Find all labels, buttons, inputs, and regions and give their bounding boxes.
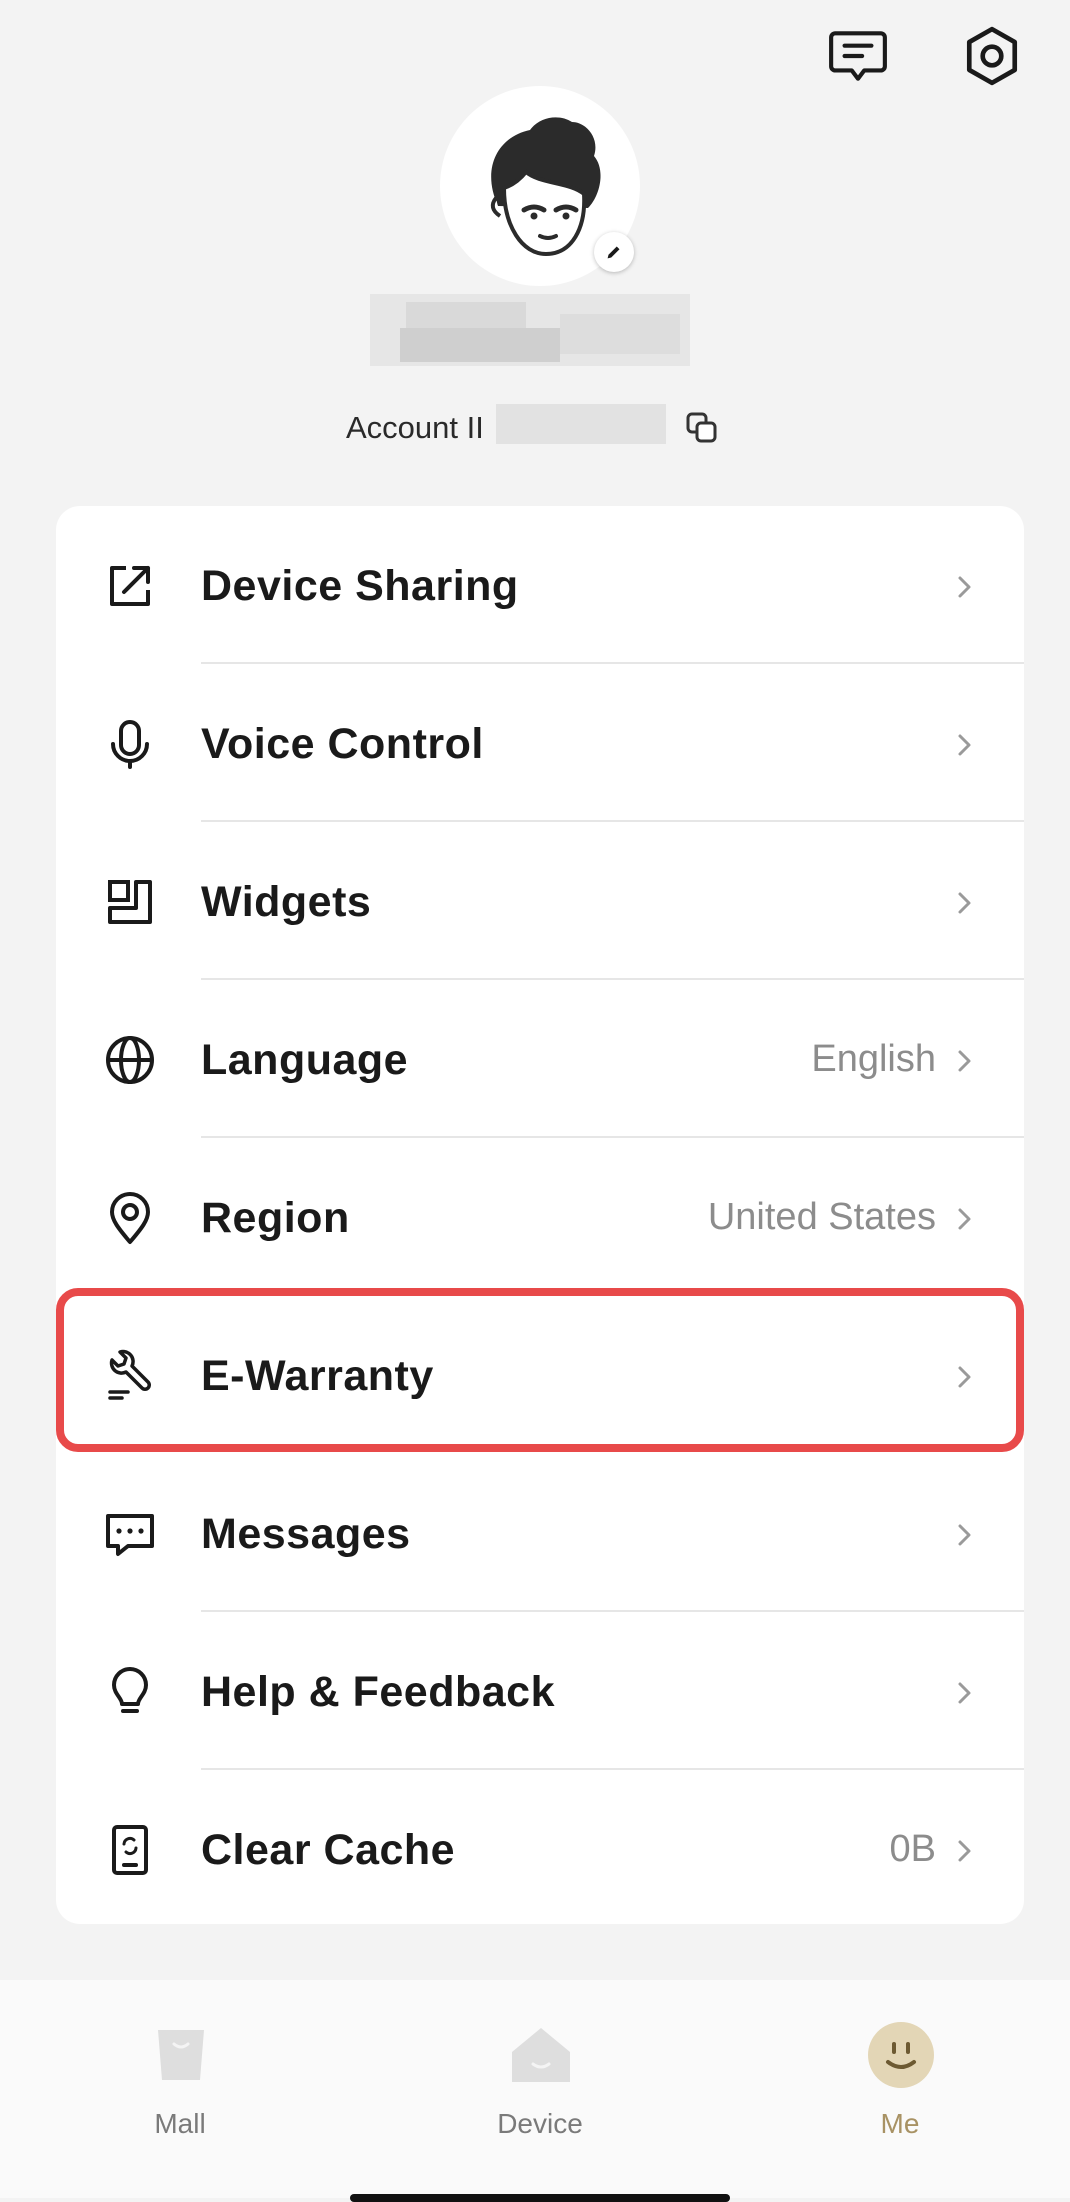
menu-item-help-feedback[interactable]: Help & Feedback [56,1612,1024,1770]
chevron-right-icon [958,1840,971,1862]
widgets-icon [108,880,152,924]
settings-menu-card: Device Sharing Voice Control Widgets Lan… [56,506,1024,1924]
globe-icon [106,1036,154,1084]
tab-label: Mall [154,2108,206,2139]
phone-refresh-icon [112,1825,148,1875]
menu-item-value: United States [707,1196,936,1238]
share-external-icon [110,566,150,606]
account-id-row: Account II [0,402,1070,458]
menu-item-voice-control[interactable]: Voice Control [56,664,1024,822]
chat-bubble-icon [106,1514,154,1556]
menu-item-language[interactable]: Language English [56,980,1024,1138]
menu-item-device-sharing[interactable]: Device Sharing [56,506,1024,664]
edit-avatar-button[interactable] [594,232,634,272]
menu-item-label: Help & Feedback [201,1668,555,1716]
menu-item-messages[interactable]: Messages [56,1454,1024,1612]
message-square-icon [829,31,887,81]
menu-item-widgets[interactable]: Widgets [56,822,1024,980]
chevron-right-icon [958,1208,971,1230]
tab-mall[interactable]: Mall [80,1980,280,2160]
bottom-tab-bar: Mall Device Me [0,1980,1070,2198]
chevron-right-icon [958,1050,971,1072]
menu-item-label: E-Warranty [201,1352,434,1400]
chevron-right-icon [958,1524,971,1546]
tab-label: Me [880,2108,920,2139]
account-id-label: Account II [346,410,484,445]
shopping-bag-icon [158,2030,204,2080]
username-redacted [360,294,700,366]
chevron-right-icon [958,576,971,598]
chevron-right-icon [958,1682,971,1704]
menu-item-value: 0B [889,1828,936,1870]
menu-item-value: English [811,1038,936,1080]
menu-item-label: Widgets [201,878,372,926]
chevron-right-icon [958,1366,971,1388]
messages-button[interactable] [816,14,900,98]
chevron-right-icon [958,734,971,756]
tab-me[interactable]: Me [800,1980,1000,2160]
profile-avatar[interactable] [440,86,640,286]
chevron-right-icon [958,892,971,914]
tab-label: Device [497,2108,583,2139]
gear-icon [966,26,1018,86]
settings-button[interactable] [950,14,1034,98]
menu-item-label: Messages [201,1510,411,1558]
menu-item-label: Region [201,1194,350,1242]
menu-item-label: Device Sharing [201,562,519,610]
pencil-icon [607,246,620,259]
microphone-icon [111,720,149,769]
location-pin-icon [110,1192,150,1244]
lightbulb-icon [112,1667,148,1713]
house-icon [512,2028,570,2082]
wrench-icon [108,1349,151,1400]
menu-item-label: Clear Cache [201,1826,456,1874]
home-indicator [350,2194,730,2202]
account-id-redacted [496,404,666,444]
copy-icon[interactable] [682,408,722,448]
menu-item-region[interactable]: Region United States [56,1138,1024,1296]
tab-device[interactable]: Device [440,1980,640,2160]
menu-item-label: Language [201,1036,409,1084]
menu-item-e-warranty[interactable]: E-Warranty [56,1296,1024,1454]
smiley-face-icon [868,2022,934,2088]
menu-item-label: Voice Control [201,720,484,768]
menu-item-clear-cache[interactable]: Clear Cache 0B [56,1770,1024,1928]
